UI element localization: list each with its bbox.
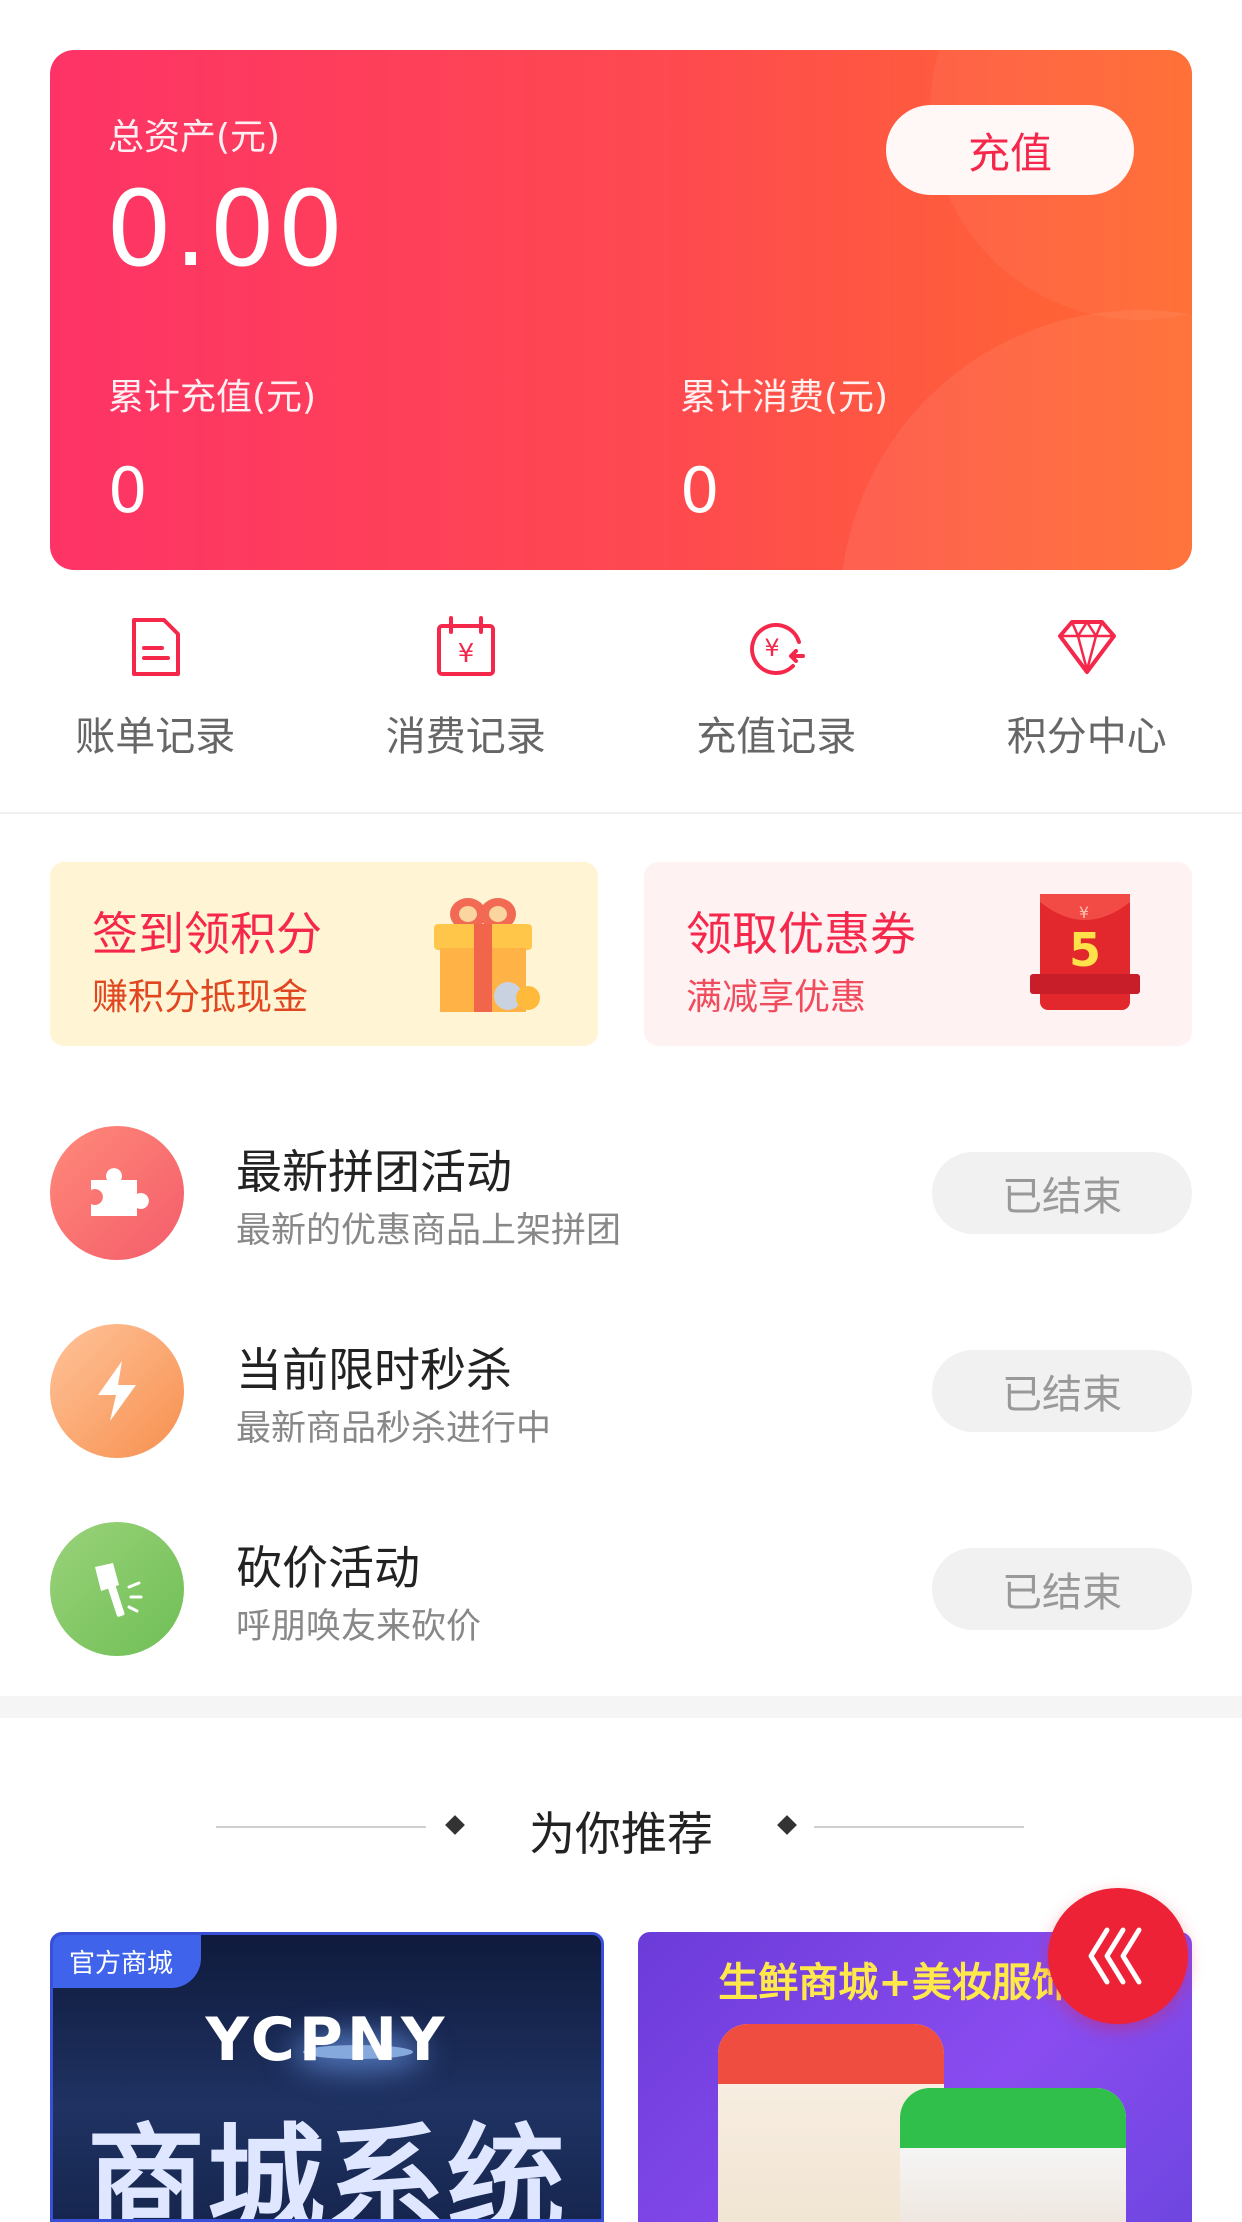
quick-nav-consumption[interactable]: ¥ 消费记录: [311, 600, 622, 800]
signin-title: 签到领积分: [92, 898, 322, 964]
red-envelope-icon: 5 ¥: [1024, 888, 1144, 1018]
svg-text:¥: ¥: [457, 639, 474, 669]
axe-icon: [50, 1522, 184, 1656]
activity-title: 最新拼团活动: [236, 1136, 512, 1202]
floating-back-button[interactable]: [1048, 1888, 1188, 2024]
activity-subtitle: 最新商品秒杀进行中: [236, 1400, 551, 1451]
cumulative-recharge-label: 累计充值(元): [108, 368, 316, 420]
quick-nav-label: 账单记录: [75, 704, 235, 762]
lightning-icon: [50, 1324, 184, 1458]
activity-group-buy[interactable]: 最新拼团活动 最新的优惠商品上架拼团 已结束: [0, 1118, 1242, 1258]
coupon-subtitle: 满减享优惠: [686, 968, 866, 1020]
recharge-button[interactable]: 充值: [886, 105, 1134, 195]
quick-nav-label: 积分中心: [1007, 704, 1167, 762]
phone-mockup: [900, 2088, 1126, 2222]
status-button[interactable]: 已结束: [932, 1548, 1192, 1630]
bill-icon: [120, 612, 190, 682]
official-mall-tag: 官方商城: [53, 1935, 201, 1988]
calendar-yuan-icon: ¥: [431, 612, 501, 682]
quick-nav-recharge[interactable]: ¥ 充值记录: [621, 600, 932, 800]
puzzle-icon: [50, 1126, 184, 1260]
recommend-header: 为你推荐: [0, 1796, 1242, 1856]
quick-nav-label: 充值记录: [696, 704, 856, 762]
svg-text:¥: ¥: [1079, 903, 1089, 922]
activity-flash-sale[interactable]: 当前限时秒杀 最新商品秒杀进行中 已结束: [0, 1316, 1242, 1456]
chevron-left-triple-icon: [1083, 1924, 1153, 1988]
svg-text:¥: ¥: [765, 634, 780, 662]
product-card-official-mall[interactable]: 官方商城 YCPNY 商城系统: [50, 1932, 604, 2222]
cumulative-spend-value: 0: [680, 454, 888, 527]
divider: [0, 812, 1242, 814]
signin-promo-card[interactable]: 签到领积分 赚积分抵现金: [50, 862, 598, 1046]
status-button[interactable]: 已结束: [932, 1350, 1192, 1432]
quick-nav-bill[interactable]: 账单记录: [0, 600, 311, 800]
product-headline: 商城系统: [53, 2085, 601, 2222]
cumulative-recharge: 累计充值(元) 0: [108, 368, 316, 527]
asset-card: 总资产(元) 0.00 充值 累计充值(元) 0 累计消费(元) 0: [50, 50, 1192, 570]
activity-bargain[interactable]: 砍价活动 呼朋唤友来砍价 已结束: [0, 1514, 1242, 1654]
total-assets-value: 0.00: [106, 168, 346, 290]
coupon-title: 领取优惠券: [686, 898, 916, 964]
cumulative-spend-label: 累计消费(元): [680, 368, 888, 420]
status-button[interactable]: 已结束: [932, 1152, 1192, 1234]
diamond-icon: [1052, 612, 1122, 682]
quick-nav-label: 消费记录: [386, 704, 546, 762]
recharge-refresh-icon: ¥: [741, 612, 811, 682]
recommend-title: 为你推荐: [0, 1798, 1242, 1864]
product-brand: YCPNY: [53, 2005, 601, 2075]
gift-box-icon: [420, 888, 550, 1018]
coupon-promo-card[interactable]: 领取优惠券 满减享优惠 5 ¥: [644, 862, 1192, 1046]
signin-subtitle: 赚积分抵现金: [92, 968, 308, 1020]
section-separator: [0, 1696, 1242, 1718]
divider-line: [814, 1826, 1024, 1828]
total-assets-label: 总资产(元): [108, 108, 280, 160]
activity-title: 当前限时秒杀: [236, 1334, 512, 1400]
activity-subtitle: 呼朋唤友来砍价: [236, 1598, 481, 1649]
svg-text:5: 5: [1069, 923, 1101, 977]
activity-subtitle: 最新的优惠商品上架拼团: [236, 1202, 621, 1253]
card-decoration: [840, 310, 1192, 570]
cumulative-recharge-value: 0: [108, 454, 316, 527]
cumulative-spend: 累计消费(元) 0: [680, 368, 888, 527]
quick-nav: 账单记录 ¥ 消费记录 ¥ 充值记录 积分中心: [0, 600, 1242, 800]
quick-nav-points[interactable]: 积分中心: [932, 600, 1242, 800]
activity-title: 砍价活动: [236, 1532, 420, 1598]
